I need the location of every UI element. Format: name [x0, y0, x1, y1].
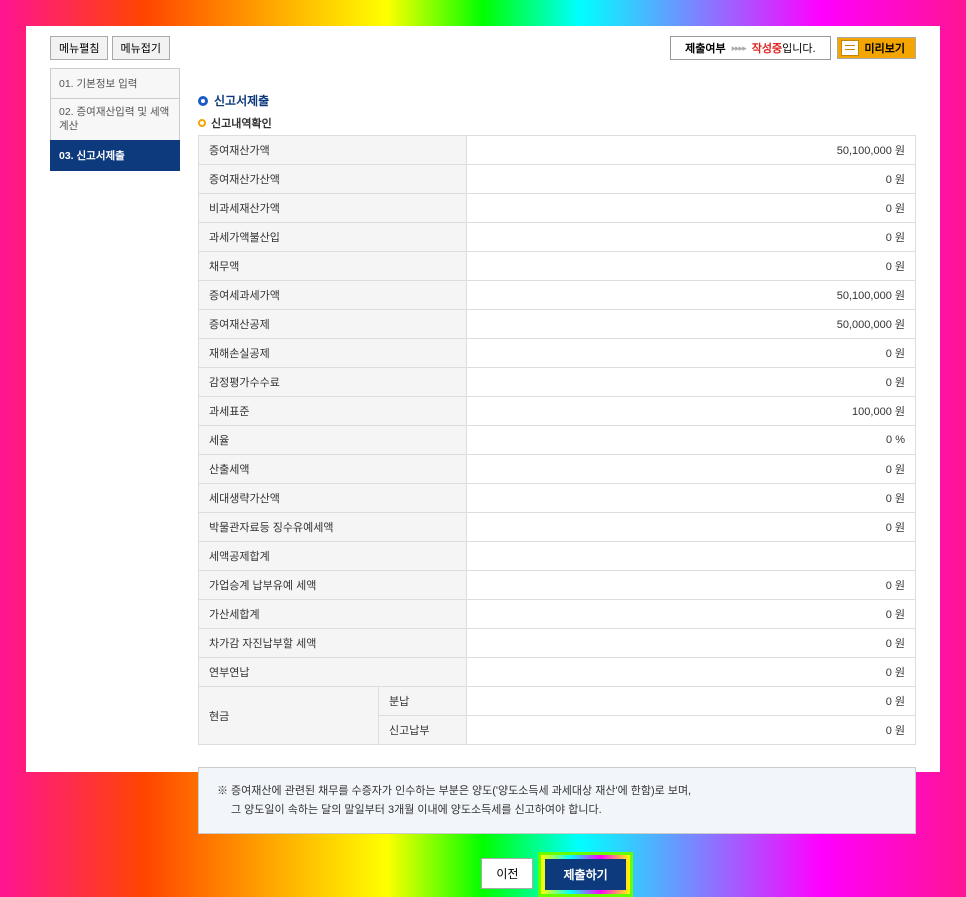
- submit-highlight: 제출하기: [538, 852, 632, 897]
- section-title-text: 신고서제출: [214, 92, 269, 109]
- row-cash-sub2-value: 0 원: [467, 716, 916, 745]
- row-value: 0 원: [467, 571, 916, 600]
- bullet-blue-icon: [198, 96, 208, 106]
- table-row: 세율0 %: [199, 426, 916, 455]
- row-value: 0 원: [467, 629, 916, 658]
- row-label: 박물관자료등 징수유예세액: [199, 513, 467, 542]
- row-label: 증여재산공제: [199, 310, 467, 339]
- sidebar-item-basic-info[interactable]: 01. 기본정보 입력: [50, 68, 180, 99]
- previous-button[interactable]: 이전: [481, 858, 533, 889]
- row-value: 0 %: [467, 426, 916, 455]
- menu-button-group: 메뉴펼침 메뉴접기: [50, 36, 170, 60]
- table-row: 가업승계 납부유예 세액0 원: [199, 571, 916, 600]
- top-bar: 메뉴펼침 메뉴접기 제출여부 ▸▸▸▸ 작성중 입니다. 미리보기: [50, 36, 916, 60]
- table-row: 가산세합계0 원: [199, 600, 916, 629]
- row-label: 재해손실공제: [199, 339, 467, 368]
- table-row: 세액공제합계: [199, 542, 916, 571]
- row-label: 채무액: [199, 252, 467, 281]
- row-value: 0 원: [467, 223, 916, 252]
- row-cash-sub1-value: 0 원: [467, 687, 916, 716]
- row-cash-sub1-label: 분납: [379, 687, 467, 716]
- row-label: 연부연납: [199, 658, 467, 687]
- row-value: 0 원: [467, 513, 916, 542]
- row-value: 100,000 원: [467, 397, 916, 426]
- status-suffix: 입니다.: [782, 40, 815, 56]
- row-label: 과세표준: [199, 397, 467, 426]
- action-row: 이전 제출하기: [198, 852, 916, 897]
- table-row: 산출세액0 원: [199, 455, 916, 484]
- row-value: 0 원: [467, 194, 916, 223]
- row-value: 50,100,000 원: [467, 136, 916, 165]
- content-layout: 01. 기본정보 입력 02. 증여재산입력 및 세액계산 03. 신고서제출 …: [50, 68, 916, 897]
- sidebar-item-asset-entry[interactable]: 02. 증여재산입력 및 세액계산: [50, 98, 180, 141]
- row-label: 증여재산가액: [199, 136, 467, 165]
- table-row: 재해손실공제0 원: [199, 339, 916, 368]
- document-icon: [841, 40, 859, 56]
- table-row: 감정평가수수료0 원: [199, 368, 916, 397]
- table-row: 현금 분납 0 원: [199, 687, 916, 716]
- table-row: 비과세재산가액0 원: [199, 194, 916, 223]
- table-row: 세대생략가산액0 원: [199, 484, 916, 513]
- step-sidebar: 01. 기본정보 입력 02. 증여재산입력 및 세액계산 03. 신고서제출: [50, 68, 180, 170]
- row-cash-label: 현금: [199, 687, 379, 745]
- table-row: 증여재산가산액0 원: [199, 165, 916, 194]
- table-row: 증여재산가액50,100,000 원: [199, 136, 916, 165]
- row-value: 0 원: [467, 600, 916, 629]
- row-label: 세액공제합계: [199, 542, 467, 571]
- menu-collapse-button[interactable]: 메뉴접기: [112, 36, 170, 60]
- table-row: 연부연납0 원: [199, 658, 916, 687]
- sidebar-item-submit[interactable]: 03. 신고서제출: [50, 140, 180, 171]
- row-label: 증여세과세가액: [199, 281, 467, 310]
- status-label: 제출여부: [685, 40, 725, 56]
- row-label: 감정평가수수료: [199, 368, 467, 397]
- bullet-orange-icon: [198, 119, 206, 127]
- row-label: 가산세합계: [199, 600, 467, 629]
- app-window: 메뉴펼침 메뉴접기 제출여부 ▸▸▸▸ 작성중 입니다. 미리보기 01. 기본…: [26, 26, 940, 772]
- table-row: 과세가액불산입0 원: [199, 223, 916, 252]
- preview-button[interactable]: 미리보기: [837, 37, 916, 59]
- table-row: 과세표준100,000 원: [199, 397, 916, 426]
- row-label: 증여재산가산액: [199, 165, 467, 194]
- row-value: 0 원: [467, 658, 916, 687]
- row-value: 50,000,000 원: [467, 310, 916, 339]
- row-value: 0 원: [467, 484, 916, 513]
- section-title: 신고서제출: [198, 92, 916, 109]
- row-label: 세율: [199, 426, 467, 455]
- row-label: 비과세재산가액: [199, 194, 467, 223]
- footnote-line-2: 그 양도일이 속하는 달의 말일부터 3개월 이내에 양도소득세를 신고하여야 …: [217, 801, 897, 820]
- submission-status: 제출여부 ▸▸▸▸ 작성중 입니다.: [670, 36, 830, 60]
- sub-section-title: 신고내역확인: [198, 115, 916, 131]
- main-panel: 신고서제출 신고내역확인 증여재산가액50,100,000 원증여재산가산액0 …: [198, 68, 916, 897]
- row-label: 세대생략가산액: [199, 484, 467, 513]
- summary-table: 증여재산가액50,100,000 원증여재산가산액0 원비과세재산가액0 원과세…: [198, 135, 916, 745]
- row-value: 0 원: [467, 339, 916, 368]
- table-row: 채무액0 원: [199, 252, 916, 281]
- row-value: 50,100,000 원: [467, 281, 916, 310]
- footnote-box: ※ 증여재산에 관련된 채무를 수증자가 인수하는 부분은 양도('양도소득세 …: [198, 767, 916, 834]
- row-cash-sub2-label: 신고납부: [379, 716, 467, 745]
- menu-expand-button[interactable]: 메뉴펼침: [50, 36, 108, 60]
- submit-button[interactable]: 제출하기: [545, 859, 625, 890]
- table-row: 차가감 자진납부할 세액0 원: [199, 629, 916, 658]
- table-row: 증여세과세가액50,100,000 원: [199, 281, 916, 310]
- status-value: 작성중: [752, 40, 782, 56]
- sub-section-title-text: 신고내역확인: [211, 115, 272, 131]
- row-value: [467, 542, 916, 571]
- row-label: 산출세액: [199, 455, 467, 484]
- table-row: 박물관자료등 징수유예세액0 원: [199, 513, 916, 542]
- status-bar: 제출여부 ▸▸▸▸ 작성중 입니다. 미리보기: [670, 36, 916, 60]
- row-value: 0 원: [467, 252, 916, 281]
- preview-label: 미리보기: [865, 40, 905, 56]
- row-value: 0 원: [467, 165, 916, 194]
- table-row: 증여재산공제50,000,000 원: [199, 310, 916, 339]
- row-label: 차가감 자진납부할 세액: [199, 629, 467, 658]
- row-label: 가업승계 납부유예 세액: [199, 571, 467, 600]
- chevrons-right-icon: ▸▸▸▸: [732, 43, 746, 54]
- row-value: 0 원: [467, 455, 916, 484]
- row-label: 과세가액불산입: [199, 223, 467, 252]
- row-value: 0 원: [467, 368, 916, 397]
